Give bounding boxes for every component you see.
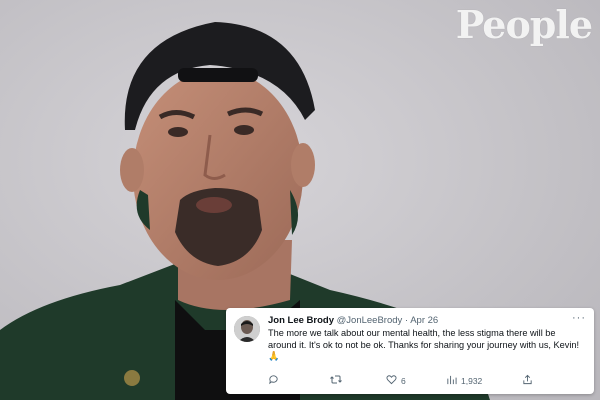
author-name[interactable]: Jon Lee Brody — [268, 315, 334, 326]
avatar — [234, 316, 260, 342]
left-ear — [120, 148, 144, 192]
tweet-date[interactable]: Apr 26 — [410, 315, 438, 326]
tweet-header: Jon Lee Brody @JonLeeBrody · Apr 26 — [268, 315, 586, 327]
like-count: 6 — [401, 375, 406, 386]
share-icon — [522, 374, 533, 387]
tweet-text: The more we talk about our mental health… — [268, 328, 580, 361]
more-options-button[interactable]: ··· — [572, 312, 586, 324]
separator-dot: · — [404, 315, 409, 326]
share-button[interactable] — [522, 374, 533, 387]
right-eye — [234, 125, 254, 135]
tweet-actions: 6 1,932 — [268, 374, 568, 388]
retweet-button[interactable] — [330, 374, 342, 387]
views-button[interactable]: 1,932 — [446, 374, 482, 387]
people-watermark-logo: People — [455, 2, 593, 47]
reply-button[interactable] — [268, 374, 279, 387]
retweet-icon — [330, 374, 342, 387]
tweet-card[interactable]: Jon Lee Brody @JonLeeBrody · Apr 26 The … — [226, 308, 594, 394]
views-icon — [446, 374, 457, 387]
left-eye — [168, 127, 188, 137]
cap-strap — [178, 68, 258, 82]
reply-icon — [268, 374, 279, 387]
mouth — [196, 197, 232, 213]
author-handle[interactable]: @JonLeeBrody — [337, 315, 403, 326]
heart-icon — [386, 374, 397, 387]
right-ear — [291, 143, 315, 187]
lapel-pin — [124, 370, 140, 386]
views-count: 1,932 — [461, 375, 483, 386]
like-button[interactable]: 6 — [386, 374, 406, 387]
